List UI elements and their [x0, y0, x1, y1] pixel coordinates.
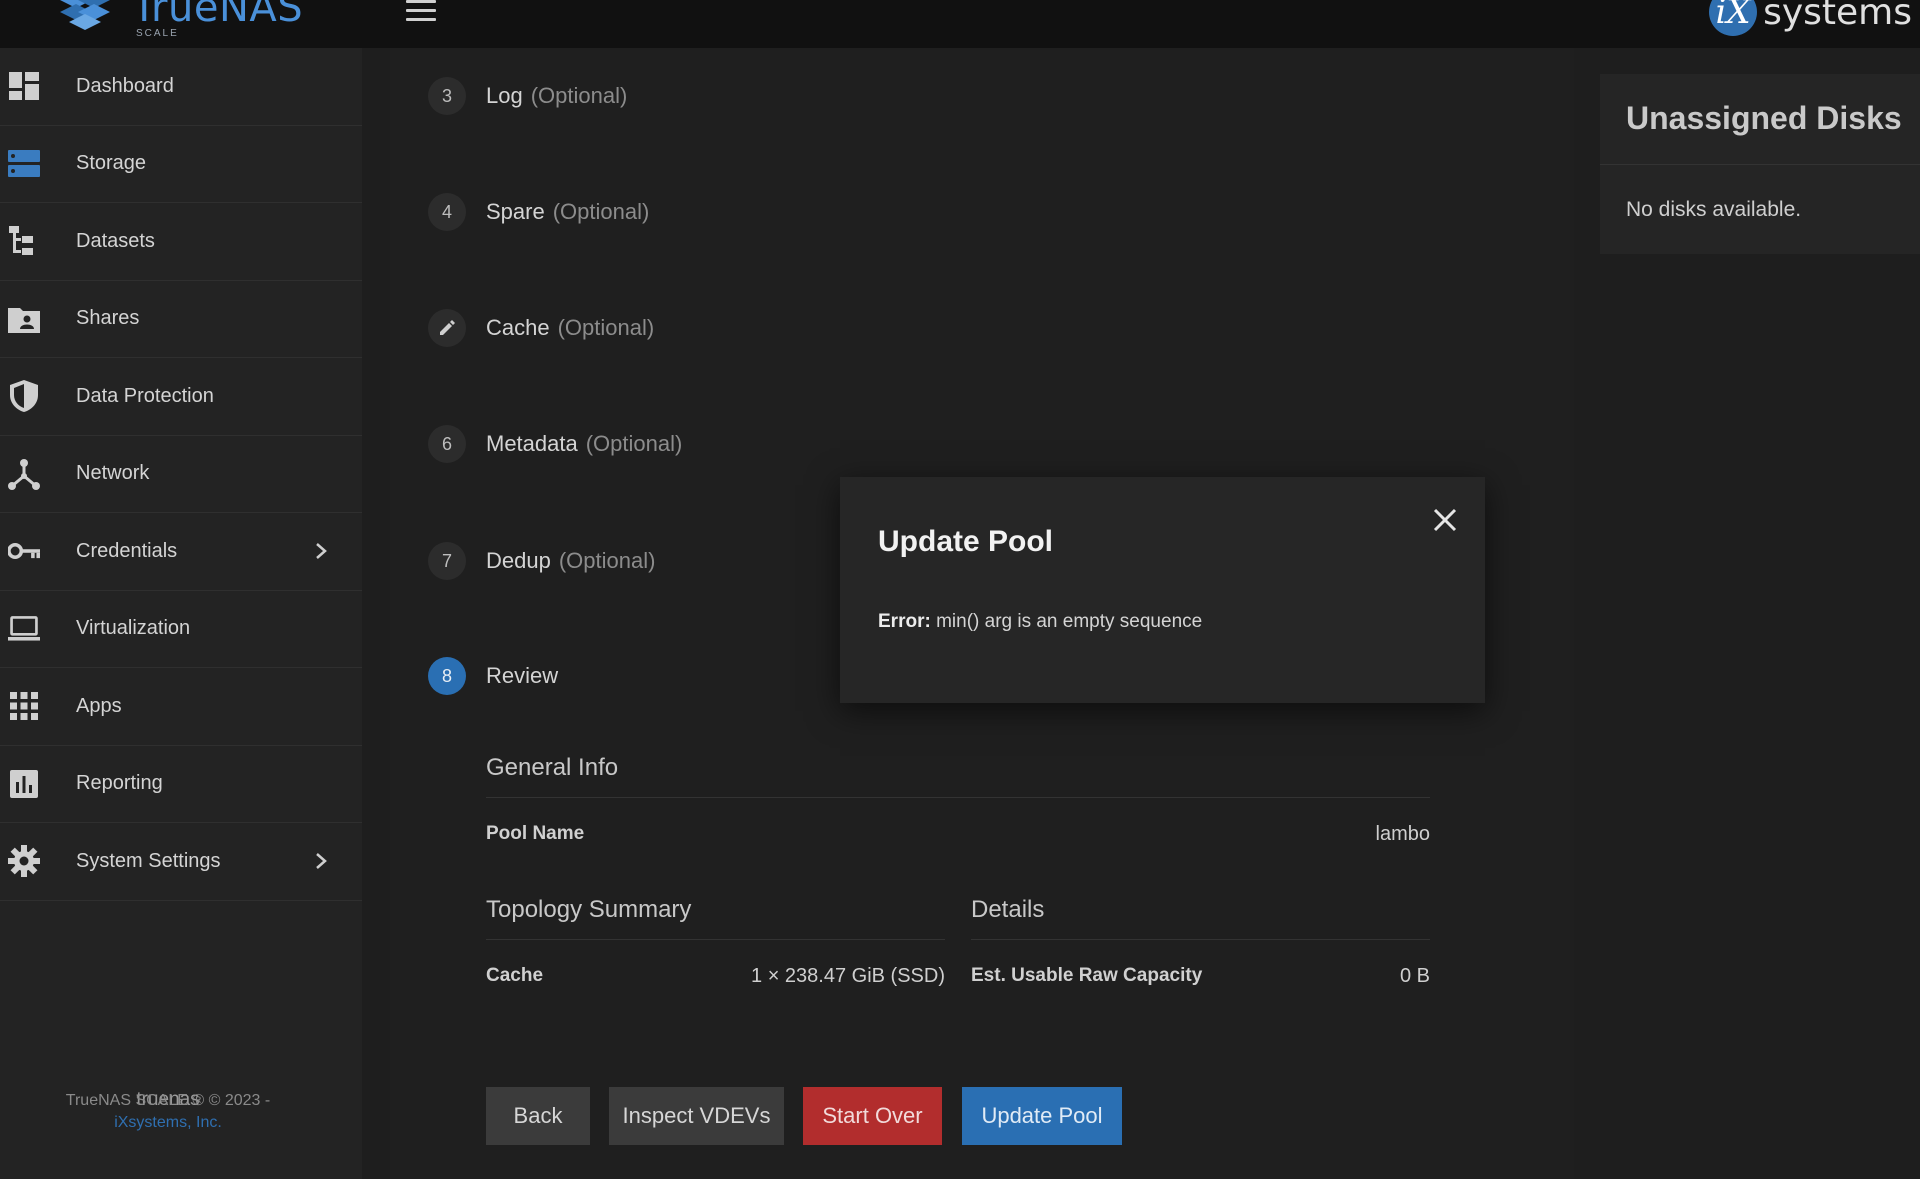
- sidebar-item-datasets[interactable]: Datasets: [0, 203, 362, 281]
- close-icon[interactable]: [1432, 507, 1458, 533]
- step-spare[interactable]: 4 Spare (Optional): [428, 193, 649, 231]
- sidebar-item-label: Data Protection: [76, 384, 214, 407]
- step-label: Log: [486, 83, 523, 108]
- sidebar-item-label: System Settings: [76, 849, 221, 872]
- unassigned-disks-title: Unassigned Disks: [1626, 100, 1902, 136]
- ix-mark: iX: [1709, 0, 1758, 36]
- sidebar-item-label: Credentials: [76, 539, 178, 562]
- step-number: 7: [428, 542, 466, 580]
- dialog-error-message: Error: min() arg is an empty sequence: [878, 611, 1202, 633]
- step-label: Dedup: [486, 548, 551, 573]
- laptop-icon: [8, 613, 40, 645]
- sidebar-item-label: Apps: [76, 694, 122, 717]
- step-log[interactable]: 3 Log (Optional): [428, 77, 627, 115]
- vendor-name: systems: [1763, 0, 1912, 33]
- divider: [1600, 164, 1920, 165]
- step-optional: (Optional): [585, 431, 683, 456]
- brand-name: TrueNAS: [132, 0, 304, 31]
- truenas-logo[interactable]: TrueNAS SCALE: [52, 0, 304, 39]
- start-over-button[interactable]: Start Over: [803, 1087, 942, 1145]
- network-icon: [8, 458, 40, 490]
- copyright-text: TrueNAS SCALE ® © 2023 -: [65, 1092, 271, 1109]
- shares-icon: [8, 303, 40, 335]
- sidebar-item-dashboard[interactable]: Dashboard: [0, 48, 362, 126]
- cache-value: 1 × 238.47 GiB (SSD): [751, 965, 945, 987]
- back-button[interactable]: Back: [486, 1087, 590, 1145]
- step-number: 3: [428, 77, 466, 115]
- pool-name-value: lambo: [1375, 823, 1430, 845]
- sidebar: Dashboard Storage Datasets Shares Data P…: [0, 48, 362, 1179]
- error-label: Error:: [878, 611, 931, 632]
- step-optional: (Optional): [557, 315, 655, 340]
- company-link[interactable]: iXsystems, Inc.: [0, 1114, 336, 1132]
- no-disks-message: No disks available.: [1626, 198, 1802, 221]
- sidebar-item-system-settings[interactable]: System Settings: [0, 823, 362, 901]
- dashboard-icon: [8, 70, 40, 102]
- sidebar-item-credentials[interactable]: Credentials: [0, 513, 362, 591]
- brand-edition: SCALE: [136, 28, 179, 39]
- step-dedup[interactable]: 7 Dedup (Optional): [428, 542, 655, 580]
- sidebar-item-label: Dashboard: [76, 74, 174, 97]
- step-number: 4: [428, 193, 466, 231]
- sidebar-item-label: Network: [76, 462, 150, 485]
- error-dialog: Update Pool Error: min() arg is an empty…: [840, 477, 1485, 703]
- step-number: 6: [428, 425, 466, 463]
- chevron-right-icon: [316, 543, 327, 560]
- divider: [486, 939, 945, 940]
- truenas-logo-icon: [60, 0, 110, 30]
- key-icon: [8, 535, 40, 567]
- sidebar-item-storage[interactable]: Storage: [0, 126, 362, 203]
- pool-name-key: Pool Name: [486, 823, 585, 844]
- gear-icon: [8, 845, 40, 878]
- sidebar-item-data-protection[interactable]: Data Protection: [0, 358, 362, 436]
- divider: [486, 797, 1430, 798]
- step-label: Spare: [486, 199, 545, 224]
- general-info-title: General Info: [486, 754, 619, 781]
- cache-key: Cache: [486, 965, 544, 986]
- update-pool-button[interactable]: Update Pool: [962, 1087, 1122, 1145]
- datasets-icon: [8, 225, 40, 257]
- ixsystems-logo[interactable]: iX systems: [1709, 0, 1912, 36]
- sidebar-item-label: Shares: [76, 307, 140, 330]
- menu-toggle-icon[interactable]: [406, 0, 436, 22]
- details-title: Details: [971, 896, 1045, 923]
- step-optional: (Optional): [558, 548, 656, 573]
- pencil-icon: [428, 309, 466, 347]
- step-cache[interactable]: Cache (Optional): [428, 309, 654, 347]
- capacity-value: 0 B: [1399, 965, 1430, 987]
- error-text: min() arg is an empty sequence: [936, 611, 1203, 632]
- step-optional: (Optional): [552, 199, 650, 224]
- sidebar-item-label: Datasets: [76, 229, 155, 252]
- sidebar-item-apps[interactable]: Apps: [0, 668, 362, 746]
- chevron-right-icon: [316, 853, 327, 870]
- step-metadata[interactable]: 6 Metadata (Optional): [428, 425, 682, 463]
- step-label: Cache: [486, 315, 550, 340]
- dialog-title: Update Pool: [878, 525, 1054, 558]
- shield-icon: [8, 380, 40, 413]
- unassigned-disks-panel: Unassigned Disks No disks available.: [1600, 74, 1920, 254]
- step-number: 8: [428, 657, 466, 695]
- step-review[interactable]: 8 Review: [428, 657, 558, 695]
- sidebar-item-label: Reporting: [76, 772, 163, 795]
- sidebar-item-reporting[interactable]: Reporting: [0, 746, 362, 823]
- inspect-vdevs-button[interactable]: Inspect VDEVs: [609, 1087, 784, 1145]
- apps-grid-icon: [8, 690, 40, 722]
- top-bar: TrueNAS SCALE iX systems: [0, 0, 1920, 48]
- step-label: Review: [486, 663, 559, 688]
- sidebar-item-network[interactable]: Network: [0, 436, 362, 513]
- step-label: Metadata: [486, 431, 578, 456]
- bar-chart-icon: [8, 768, 40, 800]
- sidebar-item-label: Storage: [76, 152, 147, 175]
- sidebar-item-virtualization[interactable]: Virtualization: [0, 591, 362, 668]
- topology-summary-title: Topology Summary: [486, 896, 692, 923]
- sidebar-item-shares[interactable]: Shares: [0, 281, 362, 358]
- step-optional: (Optional): [530, 83, 628, 108]
- capacity-key: Est. Usable Raw Capacity: [971, 965, 1203, 986]
- sidebar-item-label: Virtualization: [76, 617, 191, 640]
- divider: [971, 939, 1430, 940]
- storage-icon: [8, 148, 40, 180]
